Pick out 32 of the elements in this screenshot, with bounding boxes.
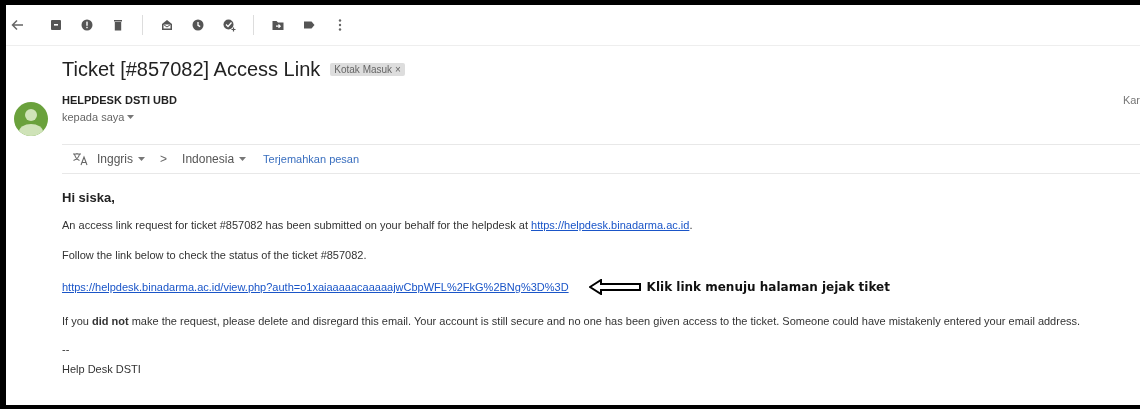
- spam-icon[interactable]: [80, 18, 94, 32]
- arrow-icon: [588, 279, 641, 295]
- folder-arrow-icon[interactable]: [271, 18, 285, 32]
- recipient-dropdown[interactable]: kepada saya: [62, 111, 177, 123]
- check-plus-icon[interactable]: [222, 18, 236, 32]
- paragraph: Follow the link below to check the status of the ticket #857082.: [62, 249, 368, 261]
- annotation: Klik link menuju halaman jejak tiket: [646, 280, 890, 294]
- target-language-dropdown[interactable]: Indonesia: [182, 152, 247, 166]
- email-subject: Ticket [#857082] Access Link: [62, 57, 321, 81]
- paragraph: If you did not make the request, please delete and disregard this email. Your account is still secure and no one has been given access to the ticket. Someone could have mistakenly entered your email address.: [62, 315, 1082, 327]
- avatar: [14, 102, 48, 136]
- caret-icon: [127, 115, 135, 119]
- trash-icon[interactable]: [111, 18, 125, 32]
- remove-label-button[interactable]: ×: [395, 63, 401, 75]
- date: Kar: [1122, 94, 1140, 106]
- sender-name: HELPDESK DSTI UBD: [62, 94, 177, 106]
- caret-icon: [138, 157, 146, 161]
- greeting: Hi siska,: [62, 190, 116, 205]
- link[interactable]: https://helpdesk.binadarma.ac.id/view.php?auth=o1xaiaaaaacaaaaajwCbpWFL%2FkG%2BNg%3D%3D: [62, 281, 569, 293]
- signature-line: Help Desk DSTI: [62, 362, 142, 377]
- envelope-icon[interactable]: [160, 18, 174, 32]
- caret-icon: [239, 157, 247, 161]
- back-icon[interactable]: [10, 18, 24, 32]
- clock-icon[interactable]: [191, 18, 205, 32]
- archive-icon[interactable]: [49, 18, 63, 32]
- arrow-text: >: [160, 152, 168, 166]
- translate-icon: [72, 152, 88, 166]
- paragraph: An access link request for ticket #857082 has been submitted on your behalf for the helpdesk at https://helpdesk.binadarma.ac.id.: [62, 219, 694, 231]
- signature-line: --: [62, 342, 71, 357]
- inbox-label: Kotak Masuk ×: [330, 62, 405, 76]
- source-language-dropdown[interactable]: Inggris: [97, 152, 146, 166]
- translate-link[interactable]: Terjemahkan pesan: [263, 153, 360, 165]
